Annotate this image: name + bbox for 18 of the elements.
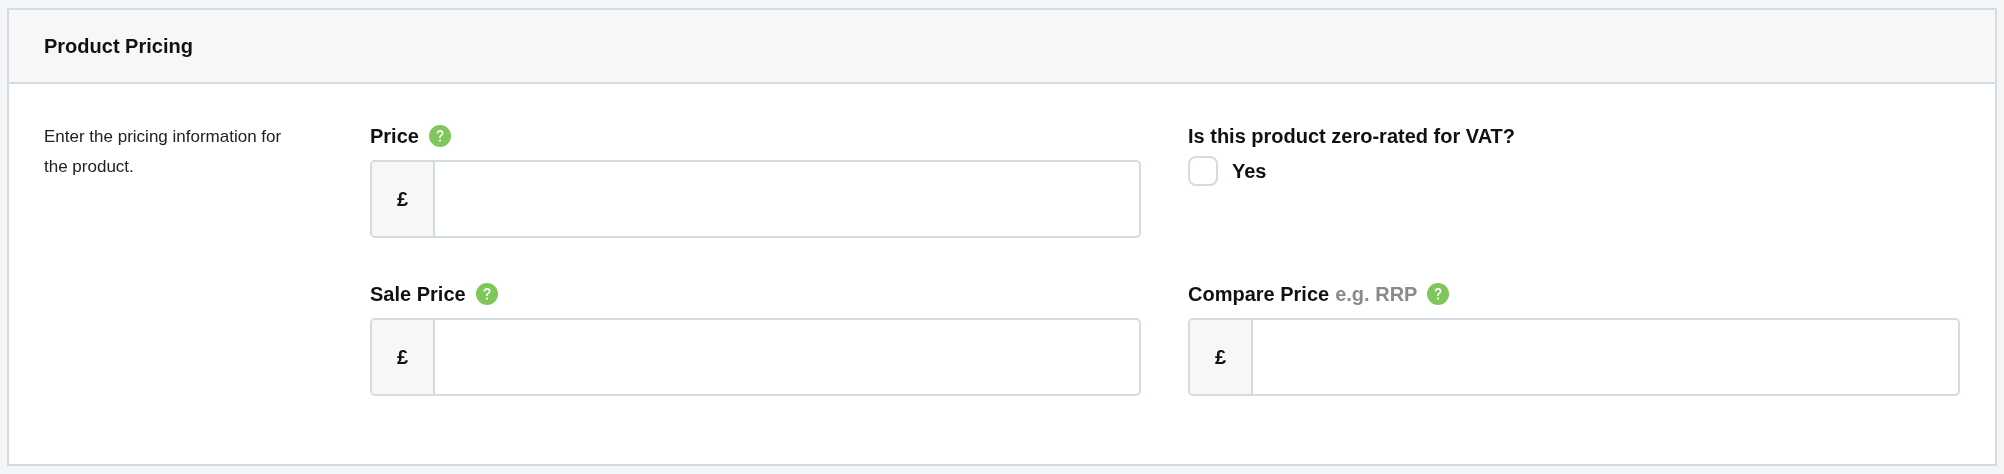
help-icon[interactable]	[1427, 283, 1450, 305]
price-input[interactable]: £	[370, 160, 1141, 238]
field-label: Is this product zero-rated for VAT?	[1188, 124, 1516, 149]
currency-prefix: £	[1190, 320, 1253, 394]
help-icon[interactable]	[428, 125, 451, 147]
currency-prefix: £	[372, 320, 435, 394]
price-input[interactable]: £	[1188, 318, 1960, 396]
price-input[interactable]: £	[370, 318, 1141, 396]
checkbox[interactable]	[1188, 156, 1218, 186]
field-hint: e.g. RRP	[1335, 282, 1418, 307]
panel-title: Product Pricing	[44, 34, 193, 59]
help-icon[interactable]	[475, 283, 498, 305]
description-text: Enter the pricing information for the product.	[44, 126, 283, 178]
field-label: Sale Price	[370, 282, 466, 307]
field-label: Price	[370, 124, 419, 149]
field-label: Compare Price	[1188, 282, 1330, 307]
checkbox-label: Yes	[1232, 159, 1267, 184]
currency-prefix: £	[372, 162, 435, 236]
